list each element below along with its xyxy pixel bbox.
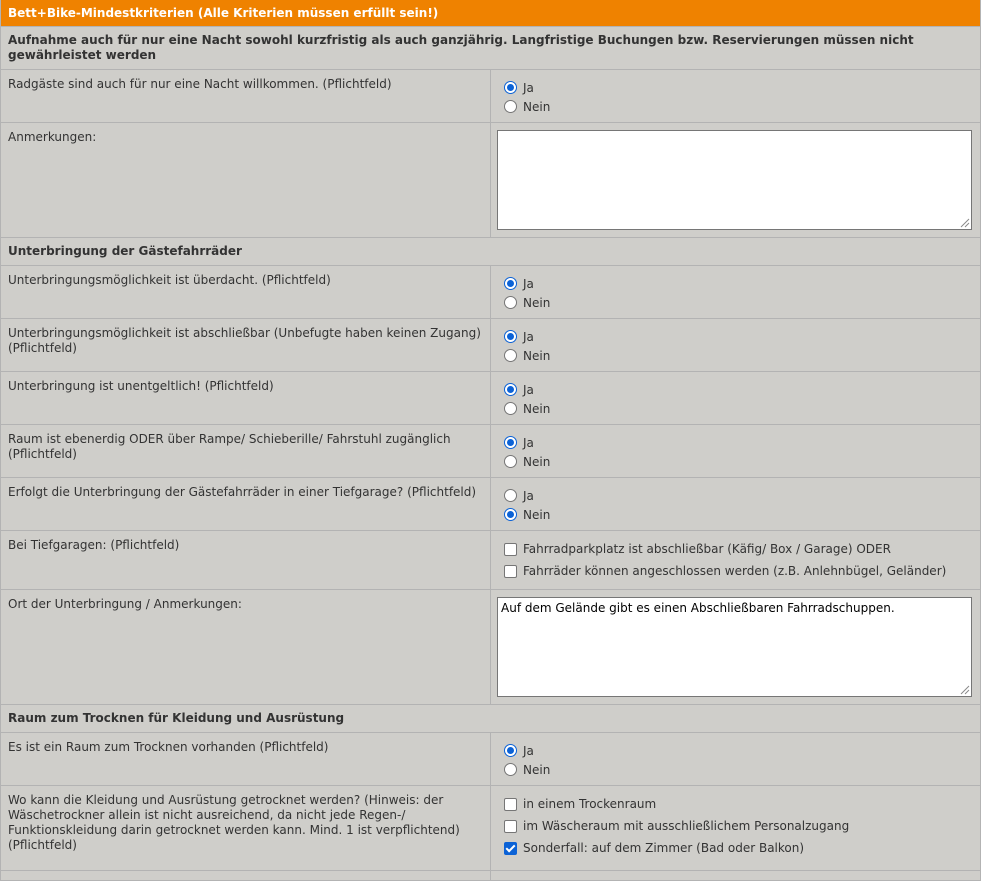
- radio-button[interactable]: [504, 508, 517, 521]
- checkbox[interactable]: [504, 797, 517, 811]
- radio-button[interactable]: [504, 744, 517, 757]
- question-label: Wo kann die Kleidung und Ausrüstung getr…: [1, 786, 491, 870]
- question-label: Ort der Unterbringung / Anmerkungen:: [1, 590, 491, 704]
- radio-button[interactable]: [504, 330, 517, 343]
- row-wo-trocknen: Wo kann die Kleidung und Ausrüstung getr…: [1, 786, 980, 871]
- question-label: Unterbringungsmöglichkeit ist abschließb…: [1, 319, 491, 371]
- radio-button[interactable]: [504, 489, 517, 502]
- checkbox-option-angeschlossen[interactable]: Fahrräder können angeschlossen werden (z…: [504, 560, 974, 582]
- checkbox[interactable]: [504, 841, 517, 855]
- radio-option-ja[interactable]: Ja: [504, 380, 974, 399]
- radio-group: Ja Nein: [491, 733, 980, 785]
- row-ebenerdig: Raum ist ebenerdig ODER über Rampe/ Schi…: [1, 425, 980, 478]
- resize-grip-icon[interactable]: [958, 216, 970, 228]
- radio-group: Ja Nein: [491, 266, 980, 318]
- checkbox-option-trockenraum[interactable]: in einem Trockenraum: [504, 793, 974, 815]
- question-label: Unterbringungsmöglichkeit ist überdacht.…: [1, 266, 491, 318]
- radio-option-ja[interactable]: Ja: [504, 78, 974, 97]
- row-next: [1, 871, 980, 881]
- radio-button[interactable]: [504, 763, 517, 776]
- radio-option-nein[interactable]: Nein: [504, 97, 974, 116]
- radio-button[interactable]: [504, 296, 517, 309]
- radio-button[interactable]: [504, 81, 517, 94]
- row-ueberdacht: Unterbringungsmöglichkeit ist überdacht.…: [1, 266, 980, 319]
- radio-button[interactable]: [504, 277, 517, 290]
- section-unterbringung: Unterbringung der Gästefahrräder: [1, 238, 980, 266]
- radio-option-ja[interactable]: Ja: [504, 486, 974, 505]
- checkbox[interactable]: [504, 564, 517, 578]
- radio-option-nein[interactable]: Nein: [504, 293, 974, 312]
- row-abschliessbar: Unterbringungsmöglichkeit ist abschließb…: [1, 319, 980, 372]
- radio-option-ja[interactable]: Ja: [504, 327, 974, 346]
- radio-option-nein[interactable]: Nein: [504, 346, 974, 365]
- radio-button[interactable]: [504, 100, 517, 113]
- question-label: Erfolgt die Unterbringung der Gästefahrr…: [1, 478, 491, 530]
- radio-button[interactable]: [504, 349, 517, 362]
- radio-group: Ja Nein: [491, 372, 980, 424]
- radio-button[interactable]: [504, 402, 517, 415]
- radio-option-nein[interactable]: Nein: [504, 452, 974, 471]
- checkbox-option-waescheraum[interactable]: im Wäscheraum mit ausschließlichem Perso…: [504, 815, 974, 837]
- checkbox-option-zimmer[interactable]: Sonderfall: auf dem Zimmer (Bad oder Bal…: [504, 837, 974, 859]
- checkbox-option-fahrradparkplatz[interactable]: Fahrradparkplatz ist abschließbar (Käfig…: [504, 538, 974, 560]
- radio-option-ja[interactable]: Ja: [504, 741, 974, 760]
- checkbox-group: Fahrradparkplatz ist abschließbar (Käfig…: [491, 531, 980, 589]
- checkbox[interactable]: [504, 542, 517, 556]
- checkbox[interactable]: [504, 819, 517, 833]
- row-radgaeste: Radgäste sind auch für nur eine Nacht wi…: [1, 70, 980, 123]
- row-unentgeltlich: Unterbringung ist unentgeltlich! (Pflich…: [1, 372, 980, 425]
- question-label: Radgäste sind auch für nur eine Nacht wi…: [1, 70, 491, 122]
- radio-button[interactable]: [504, 436, 517, 449]
- radio-group: Ja Nein: [491, 70, 980, 122]
- radio-option-ja[interactable]: Ja: [504, 274, 974, 293]
- form-title: Bett+Bike-Mindestkriterien (Alle Kriteri…: [1, 0, 980, 27]
- radio-option-nein[interactable]: Nein: [504, 760, 974, 779]
- row-ort-unterbringung: Ort der Unterbringung / Anmerkungen: Auf…: [1, 590, 980, 705]
- ort-textarea[interactable]: Auf dem Gelände gibt es einen Abschließb…: [497, 597, 972, 697]
- question-label: Raum ist ebenerdig ODER über Rampe/ Schi…: [1, 425, 491, 477]
- radio-group: Ja Nein: [491, 478, 980, 530]
- radio-option-nein[interactable]: Nein: [504, 399, 974, 418]
- radio-button[interactable]: [504, 455, 517, 468]
- question-label: Bei Tiefgaragen: (Pflichtfeld): [1, 531, 491, 589]
- section-trocknen: Raum zum Trocknen für Kleidung und Ausrü…: [1, 705, 980, 733]
- row-bei-tiefgaragen: Bei Tiefgaragen: (Pflichtfeld) Fahrradpa…: [1, 531, 980, 590]
- question-label: Unterbringung ist unentgeltlich! (Pflich…: [1, 372, 491, 424]
- anmerkungen-textarea[interactable]: [497, 130, 972, 230]
- radio-group: Ja Nein: [491, 425, 980, 477]
- checkbox-group: in einem Trockenraum im Wäscheraum mit a…: [491, 786, 980, 870]
- section-aufnahme: Aufnahme auch für nur eine Nacht sowohl …: [1, 27, 980, 70]
- question-label: Es ist ein Raum zum Trocknen vorhanden (…: [1, 733, 491, 785]
- criteria-form: Bett+Bike-Mindestkriterien (Alle Kriteri…: [0, 0, 981, 881]
- resize-grip-icon[interactable]: [958, 683, 970, 695]
- radio-group: Ja Nein: [491, 319, 980, 371]
- question-label: Anmerkungen:: [1, 123, 491, 237]
- radio-option-nein[interactable]: Nein: [504, 505, 974, 524]
- row-anmerkungen: Anmerkungen:: [1, 123, 980, 238]
- radio-button[interactable]: [504, 383, 517, 396]
- row-trockenraum: Es ist ein Raum zum Trocknen vorhanden (…: [1, 733, 980, 786]
- radio-option-ja[interactable]: Ja: [504, 433, 974, 452]
- row-tiefgarage: Erfolgt die Unterbringung der Gästefahrr…: [1, 478, 980, 531]
